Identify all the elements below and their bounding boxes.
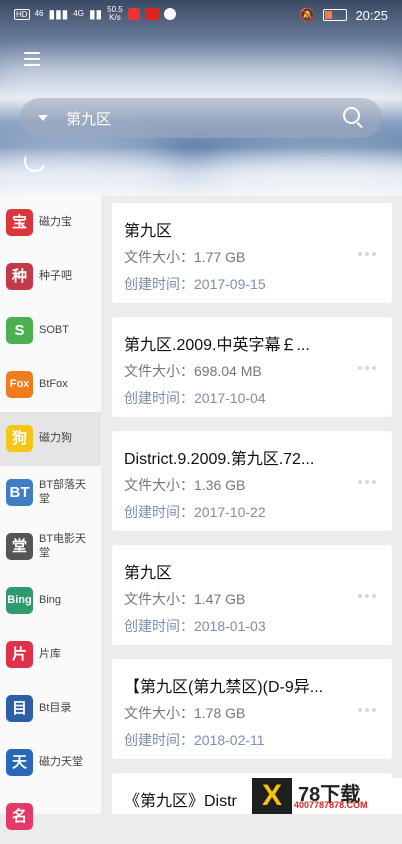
- sidebar-item-bt-mulu[interactable]: 目 Bt目录: [0, 682, 101, 736]
- dropdown-arrow-icon[interactable]: [38, 115, 48, 121]
- signal-icon: ▮▮▮: [48, 7, 69, 21]
- result-date: 创建时间：2017-09-15: [124, 276, 266, 292]
- result-title: 第九区: [124, 223, 173, 240]
- bt-mulu-icon: 目: [6, 695, 33, 722]
- search-input[interactable]: 第九区: [66, 108, 111, 129]
- result-date: 创建时间：2018-02-11: [124, 732, 265, 748]
- result-title: 【第九区(第九禁区)(D-9异...: [124, 679, 324, 696]
- partial-icon: 名: [6, 803, 33, 830]
- zhongziba-icon: 种: [6, 263, 33, 290]
- sidebar-item-label: 磁力狗: [39, 432, 72, 444]
- result-date: 创建时间：2018-01-03: [124, 618, 266, 634]
- result-card[interactable]: 【第九区(第九禁区)(D-9异... 文件大小：1.78 GB 创建时间：201…: [112, 659, 392, 759]
- sidebar-item-partial[interactable]: 名: [0, 790, 101, 844]
- more-icon[interactable]: [358, 585, 380, 598]
- sidebar-item-label: SOBT: [39, 324, 69, 336]
- more-icon[interactable]: [358, 471, 380, 484]
- sidebar-item-zhongziba[interactable]: 种 种子吧: [0, 250, 101, 304]
- bt-buluo-icon: BT: [6, 479, 33, 506]
- sidebar-item-label: BT电影天堂: [39, 533, 87, 559]
- result-card[interactable]: 第九区 文件大小：1.77 GB 创建时间：2017-09-15: [112, 203, 392, 303]
- sidebar-item-cili-tiantang[interactable]: 天 磁力天堂: [0, 736, 101, 790]
- app-notify-icon-3: [163, 8, 176, 20]
- clock: 20:25: [355, 7, 388, 23]
- net-speed-unit: K/s: [109, 13, 121, 22]
- sidebar-item-label: 种子吧: [39, 270, 72, 282]
- result-card[interactable]: District.9.2009.第九区.72... 文件大小：1.36 GB 创…: [112, 431, 392, 531]
- bt-dianying-icon: 堂: [6, 533, 33, 560]
- sidebar-item-label: 磁力宝: [39, 216, 72, 228]
- signal-46-badge: 46: [34, 9, 44, 18]
- cilibao-icon: 宝: [6, 209, 33, 236]
- sidebar-item-pianku[interactable]: 片 片库: [0, 628, 101, 682]
- more-icon[interactable]: [358, 243, 380, 256]
- result-card[interactable]: 第九区 文件大小：1.47 GB 创建时间：2018-01-03: [112, 545, 392, 645]
- sidebar-item-label: 磁力天堂: [39, 756, 83, 768]
- sidebar-item-btfox[interactable]: Fox BtFox: [0, 358, 101, 412]
- sidebar-item-label: Bt目录: [39, 702, 72, 714]
- result-size: 文件大小：1.47 GB: [124, 591, 246, 607]
- sidebar-item-label: 片库: [39, 648, 61, 660]
- sidebar-item-bt-dianying[interactable]: 堂 BT电影天堂: [0, 520, 101, 574]
- cili-tiantang-icon: 天: [6, 749, 33, 776]
- battery-icon: [323, 9, 348, 21]
- site-watermark: X 78下载 4007787878.COM: [252, 778, 402, 814]
- search-icon[interactable]: [343, 107, 360, 124]
- pianku-icon: 片: [6, 641, 33, 668]
- sidebar-item-label: BtFox: [39, 378, 68, 390]
- sidebar: 宝 磁力宝 种 种子吧 S SOBT Fox BtFox 狗 磁力狗 BT BT…: [0, 196, 101, 830]
- btfox-icon: Fox: [6, 371, 33, 398]
- result-title: 第九区.2009.中英字幕￡...: [124, 337, 310, 354]
- result-size: 文件大小：1.36 GB: [124, 477, 246, 493]
- signal-4g-badge: 4G: [73, 9, 84, 18]
- sidebar-item-ciligou[interactable]: 狗 磁力狗: [0, 412, 101, 466]
- more-icon[interactable]: [358, 699, 380, 712]
- signal-icon-2: ▮▮: [88, 7, 103, 21]
- sidebar-item-cilibao[interactable]: 宝 磁力宝: [0, 196, 101, 250]
- watermark-phone: 4007787878.COM: [294, 800, 368, 810]
- menu-icon[interactable]: [24, 52, 40, 66]
- mute-icon: 🔕: [299, 7, 316, 22]
- sidebar-item-label: BT部落天堂: [39, 479, 87, 505]
- app-notify-icon-2: [144, 8, 159, 20]
- result-date: 创建时间：2017-10-22: [124, 504, 266, 520]
- sidebar-item-bing[interactable]: Bing Bing: [0, 574, 101, 628]
- sidebar-item-bt-buluo[interactable]: BT BT部落天堂: [0, 466, 101, 520]
- result-title: District.9.2009.第九区.72...: [124, 451, 315, 468]
- result-size: 文件大小：1.77 GB: [124, 249, 246, 265]
- result-card[interactable]: 第九区.2009.中英字幕￡... 文件大小：698.04 MB 创建时间：20…: [112, 317, 392, 417]
- bing-icon: Bing: [6, 587, 33, 614]
- result-size: 文件大小：698.04 MB: [124, 363, 262, 379]
- sidebar-item-label: Bing: [39, 594, 62, 606]
- status-bar: HD 46 ▮▮▮ 4G ▮▮ 50.5 K/s 🔕 20:25: [0, 0, 402, 28]
- sidebar-item-sobt[interactable]: S SOBT: [0, 304, 101, 358]
- app-notify-icon-1: [127, 8, 140, 20]
- sobt-icon: S: [6, 317, 33, 344]
- result-size: 文件大小：1.78 GB: [124, 705, 246, 721]
- result-title: 第九区: [124, 565, 173, 582]
- ciligou-icon: 狗: [6, 425, 33, 452]
- watermark-logo-mark: X: [252, 778, 292, 814]
- result-date: 创建时间：2017-10-04: [124, 390, 266, 406]
- search-bar[interactable]: 第九区: [20, 98, 382, 138]
- more-icon[interactable]: [358, 357, 380, 370]
- hd-badge: HD: [14, 8, 30, 20]
